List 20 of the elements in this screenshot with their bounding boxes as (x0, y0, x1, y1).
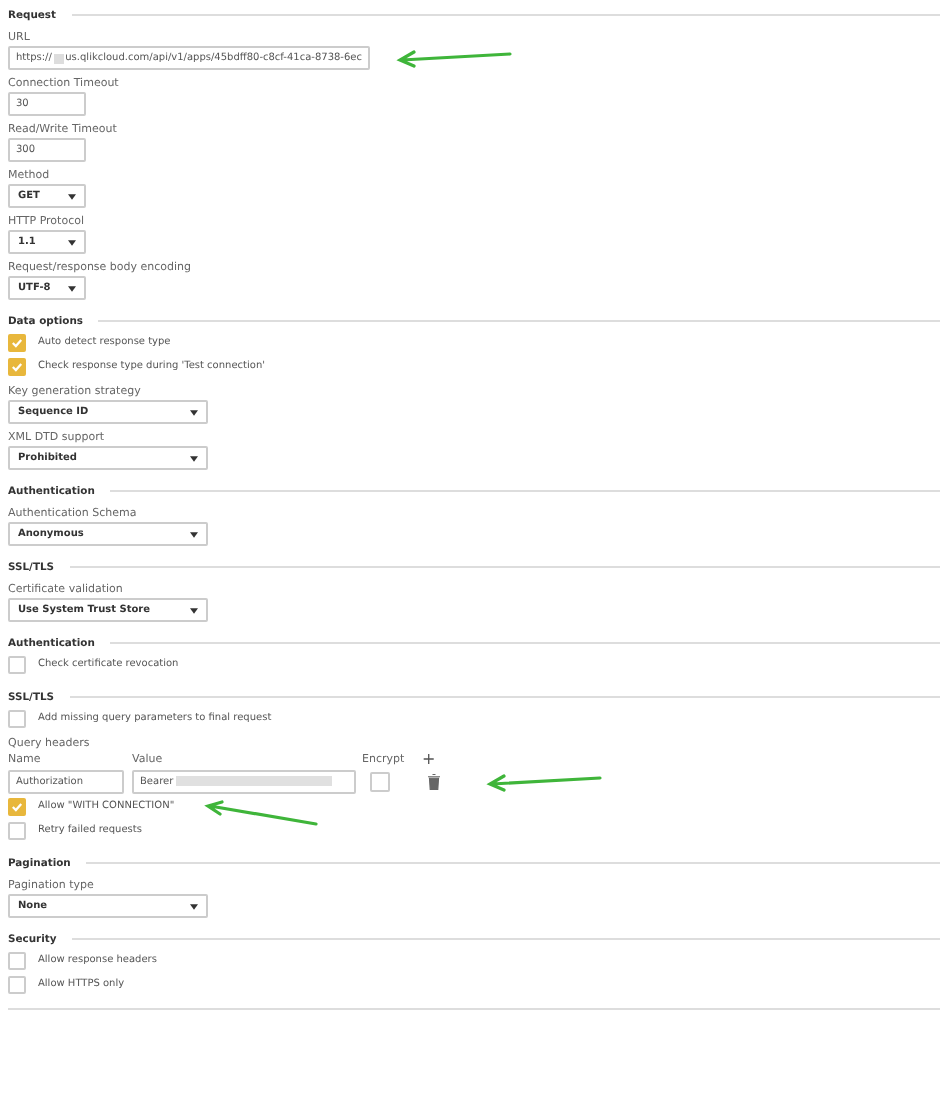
caret-icon (68, 193, 76, 199)
caret-icon (190, 409, 198, 415)
redacted-text (53, 53, 64, 63)
checkbox[interactable] (8, 975, 26, 993)
caret-icon (190, 607, 198, 613)
trash-icon[interactable] (428, 773, 440, 789)
checkbox[interactable] (8, 655, 26, 673)
add-button[interactable]: + (422, 752, 436, 768)
checkbox[interactable] (8, 951, 26, 969)
caret-icon (68, 239, 76, 245)
checkbox[interactable] (8, 821, 26, 839)
checkbox[interactable] (8, 333, 26, 351)
caret-icon (190, 531, 198, 537)
checkbox[interactable] (8, 797, 26, 815)
caret-icon (68, 285, 76, 291)
checkbox[interactable] (8, 357, 26, 375)
checkbox[interactable] (8, 709, 26, 727)
checkbox[interactable] (370, 771, 390, 791)
caret-icon (190, 903, 198, 909)
caret-icon (190, 455, 198, 461)
